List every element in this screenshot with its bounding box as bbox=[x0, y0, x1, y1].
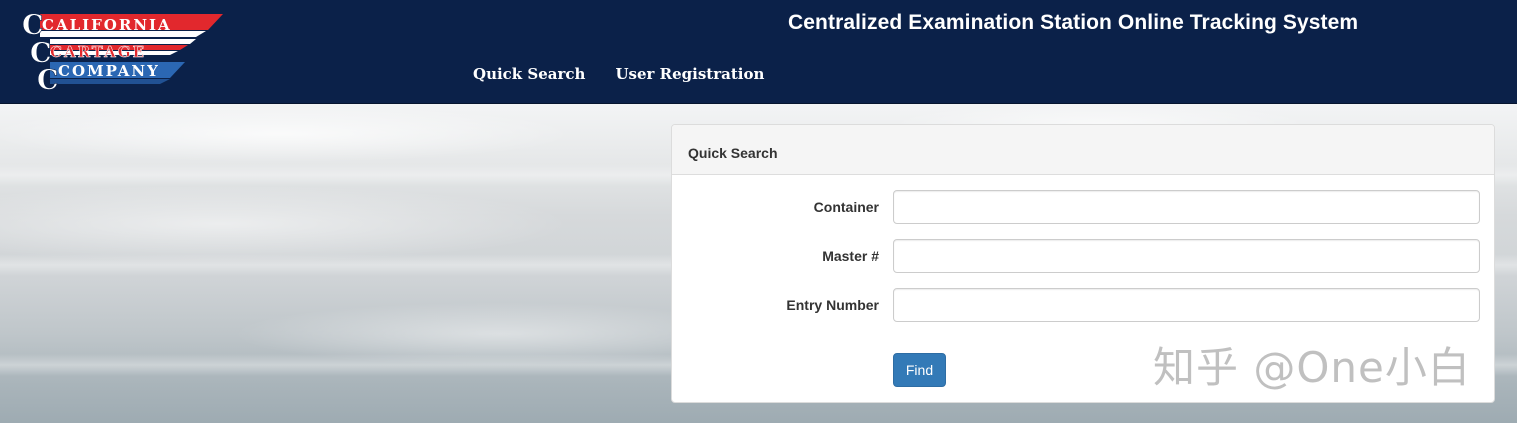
site-header: C C C CALIFORNIA CARTAGE COMPANY Central… bbox=[0, 0, 1517, 104]
find-button[interactable]: Find bbox=[893, 353, 946, 387]
entry-number-label: Entry Number bbox=[786, 297, 879, 313]
logo-graphic: C C C CALIFORNIA CARTAGE COMPANY bbox=[22, 10, 223, 92]
container-input[interactable] bbox=[893, 190, 1480, 224]
logo-line2: CARTAGE bbox=[50, 43, 146, 61]
container-label: Container bbox=[813, 199, 879, 215]
nav-user-registration[interactable]: User Registration bbox=[615, 65, 764, 83]
main-nav: Quick Search User Registration bbox=[473, 65, 764, 83]
master-row: Master # bbox=[672, 239, 1494, 273]
container-row: Container bbox=[672, 190, 1494, 224]
panel-heading: Quick Search bbox=[672, 125, 1494, 175]
svg-text:C: C bbox=[22, 10, 44, 41]
nav-quick-search[interactable]: Quick Search bbox=[473, 65, 585, 83]
logo-line3: COMPANY bbox=[58, 62, 160, 80]
quick-search-panel: Quick Search Container Master # Entry Nu… bbox=[671, 124, 1495, 403]
svg-text:C: C bbox=[37, 65, 59, 92]
entry-number-input[interactable] bbox=[893, 288, 1480, 322]
entry-number-row: Entry Number bbox=[672, 288, 1494, 322]
california-cartage-logo[interactable]: C C C CALIFORNIA CARTAGE COMPANY bbox=[20, 10, 225, 92]
master-label: Master # bbox=[822, 248, 879, 264]
site-title: Centralized Examination Station Online T… bbox=[788, 11, 1359, 34]
master-input[interactable] bbox=[893, 239, 1480, 273]
logo-line1: CALIFORNIA bbox=[42, 16, 172, 34]
